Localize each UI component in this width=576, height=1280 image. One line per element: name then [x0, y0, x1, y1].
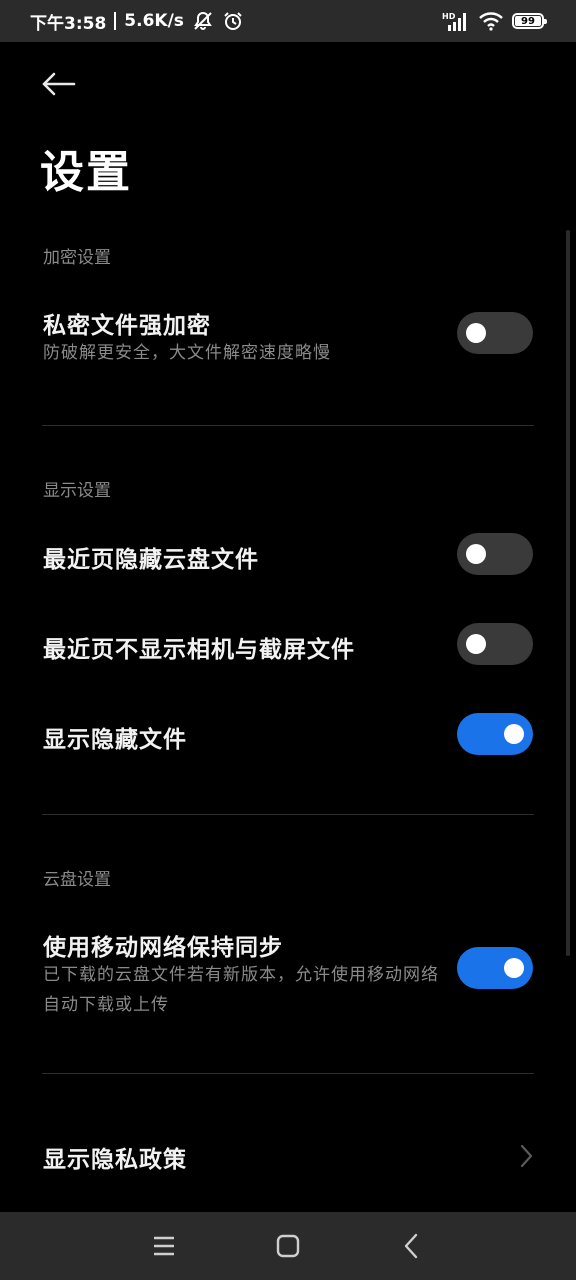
toggle-strong-encryption[interactable]: [457, 312, 533, 354]
setting-title-show-hidden-files: 显示隐藏文件: [43, 727, 187, 753]
section-label-encryption: 加密设置: [43, 248, 111, 268]
toggle-knob: [466, 544, 486, 564]
toggle-knob: [504, 958, 524, 978]
status-time: 下午3:58: [30, 13, 107, 34]
back-button[interactable]: [38, 66, 78, 102]
status-separator: [114, 12, 117, 30]
status-bar: 下午3:58 5.6K/s HD 99: [0, 0, 576, 42]
home-button[interactable]: [270, 1230, 306, 1262]
toggle-show-hidden-files[interactable]: [457, 713, 533, 755]
divider: [42, 1073, 534, 1074]
toggle-knob: [504, 724, 524, 744]
wifi-icon: [479, 11, 503, 31]
network-badge: HD: [442, 12, 456, 21]
section-label-display: 显示设置: [43, 481, 111, 501]
battery-tip: [544, 19, 547, 24]
battery-icon: 99: [512, 13, 547, 29]
divider: [42, 425, 534, 426]
arrow-left-icon: [42, 72, 76, 96]
setting-title-mobile-sync: 使用移动网络保持同步: [43, 935, 283, 961]
nav-back-button[interactable]: [394, 1230, 430, 1262]
page-title: 设置: [40, 147, 132, 198]
setting-subtitle-strong-encryption: 防破解更安全，大文件解密速度略慢: [43, 343, 331, 363]
section-label-cloud: 云盘设置: [43, 870, 111, 890]
toggle-knob: [466, 323, 486, 343]
toggle-mobile-sync[interactable]: [457, 947, 533, 989]
home-icon: [276, 1234, 300, 1258]
chevron-right-icon: [520, 1144, 533, 1168]
toggle-hide-cloud-files[interactable]: [457, 533, 533, 575]
divider: [42, 814, 534, 815]
status-speed: 5.6K/s: [124, 11, 184, 31]
toggle-hide-camera-screenshots[interactable]: [457, 623, 533, 665]
back-icon: [404, 1233, 418, 1259]
signal-icon: HD: [442, 11, 470, 31]
scrollbar[interactable]: [566, 230, 570, 956]
setting-title-strong-encryption: 私密文件强加密: [43, 313, 211, 339]
status-right: HD 99: [442, 11, 547, 31]
setting-title-hide-cloud-files: 最近页隐藏云盘文件: [43, 547, 259, 573]
menu-button[interactable]: [146, 1230, 182, 1262]
toggle-knob: [466, 634, 486, 654]
navigation-bar: [0, 1212, 576, 1280]
setting-title-hide-camera-screenshots: 最近页不显示相机与截屏文件: [43, 637, 355, 663]
alarm-icon: [222, 10, 244, 32]
mute-bell-icon: [192, 10, 214, 32]
privacy-policy-link[interactable]: 显示隐私政策: [43, 1140, 523, 1174]
battery-level: 99: [521, 15, 535, 27]
status-left: 下午3:58 5.6K/s: [30, 9, 244, 34]
setting-subtitle-mobile-sync: 已下载的云盘文件若有新版本，允许使用移动网络自动下载或上传: [43, 965, 439, 1015]
menu-icon: [154, 1236, 174, 1256]
